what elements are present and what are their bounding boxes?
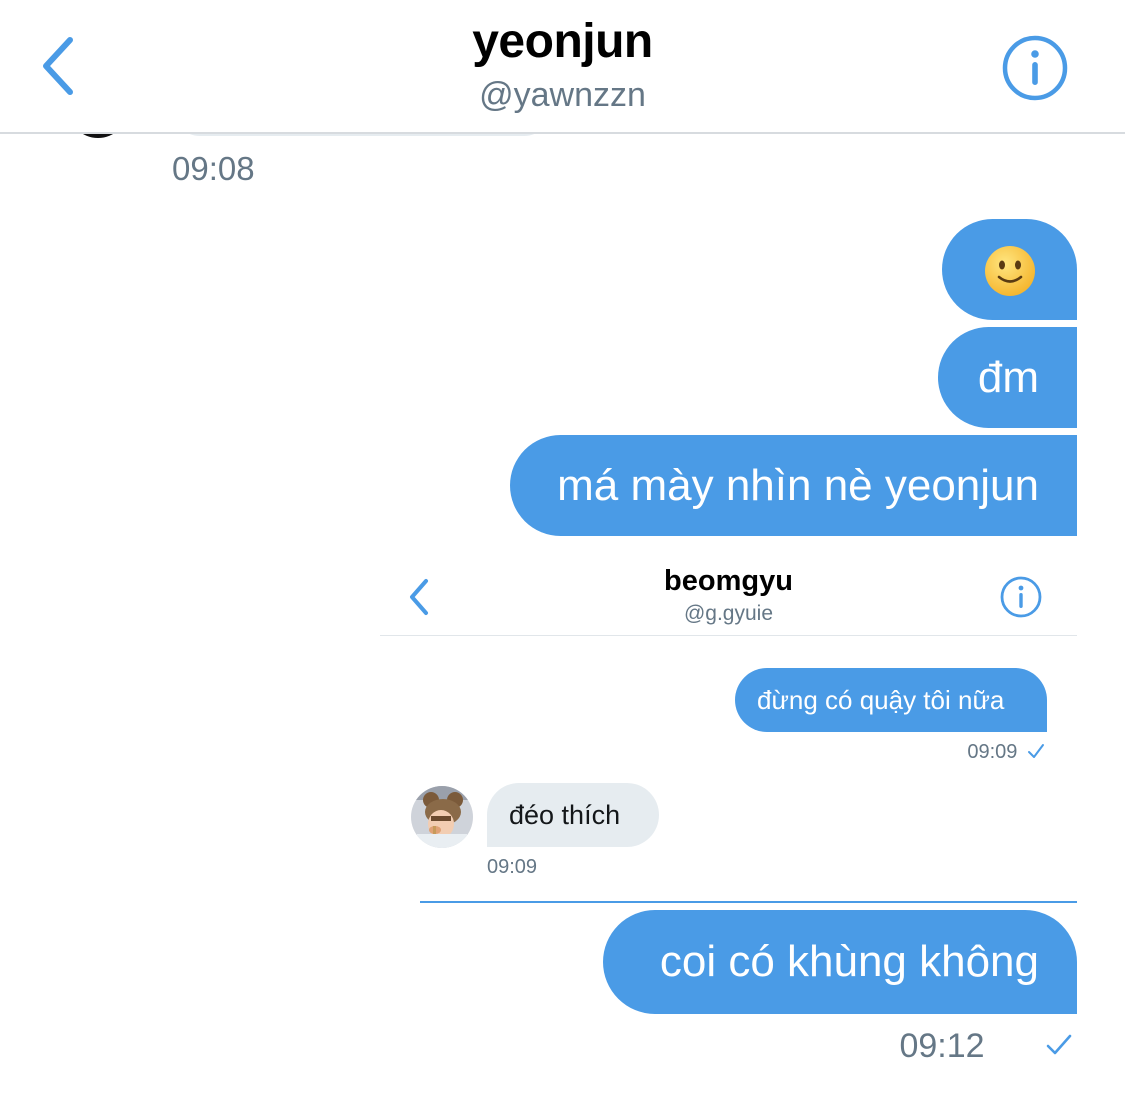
avatar xyxy=(411,786,473,848)
embedded-header: beomgyu @g.gyuie xyxy=(380,555,1077,636)
user-handle: @yawnzzn xyxy=(479,76,646,114)
timestamp-text: 09:12 xyxy=(899,1027,985,1065)
embedded-title: beomgyu xyxy=(664,565,793,597)
page-title: yeonjun xyxy=(472,15,653,68)
slightly-smiling-face-icon xyxy=(985,246,1035,296)
checkmark-icon xyxy=(1028,744,1044,758)
info-circle-icon xyxy=(1002,35,1068,101)
message-text: đm xyxy=(977,352,1039,402)
outgoing-message[interactable]: má mày nhìn nè yeonjun xyxy=(510,435,1077,536)
dm-conversation: 09:08 đm má mày nhìn nè yeonjun beomgyu … xyxy=(0,0,1125,1112)
message-text: coi có khùng không xyxy=(659,937,1039,986)
embedded-screenshot-image[interactable]: beomgyu @g.gyuie đừng có quậy tôi nữa 09… xyxy=(380,555,1077,905)
embedded-incoming-message: đéo thích xyxy=(487,783,659,847)
info-circle-icon xyxy=(1000,576,1042,618)
outgoing-message[interactable]: đm xyxy=(938,327,1077,428)
avatar-photo-icon xyxy=(411,786,473,848)
timestamp-text: 09:09 xyxy=(967,741,1018,763)
info-button[interactable] xyxy=(1001,34,1069,102)
embedded-outgoing-message: đừng có quậy tôi nữa xyxy=(735,668,1047,732)
embedded-handle: @g.gyuie xyxy=(683,602,774,625)
outgoing-message[interactable]: coi có khùng không xyxy=(603,910,1077,1014)
message-timestamp: 09:08 xyxy=(172,150,255,187)
checkmark-icon xyxy=(1046,1034,1072,1055)
embedded-incoming-timestamp: 09:09 xyxy=(487,856,538,878)
embedded-divider xyxy=(420,901,1077,903)
conversation-header: yeonjun @yawnzzn xyxy=(0,0,1125,134)
message-text: má mày nhìn nè yeonjun xyxy=(557,460,1039,510)
message-timestamp: 09:12 xyxy=(899,1027,1032,1066)
